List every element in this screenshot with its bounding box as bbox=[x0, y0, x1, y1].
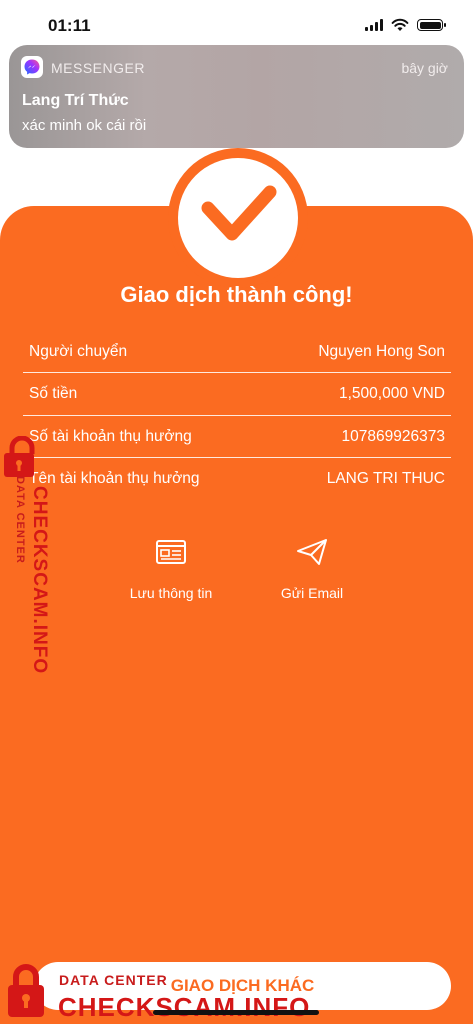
send-email-button[interactable]: Gửi Email bbox=[252, 535, 372, 601]
detail-label: Số tiền bbox=[29, 385, 78, 402]
detail-row-amount: Số tiền 1,500,000 VND bbox=[23, 373, 451, 415]
watermark-text: CHECKSCAM.INFO bbox=[29, 486, 50, 675]
status-icons bbox=[365, 18, 446, 32]
notification-app-name: MESSENGER bbox=[51, 60, 145, 76]
receipt-card bbox=[0, 206, 473, 1024]
watermark-text: DATA CENTER bbox=[14, 476, 26, 564]
watermark-lock-icon bbox=[8, 964, 44, 1017]
watermark-text: DATA CENTER bbox=[59, 972, 168, 988]
status-time: 01:11 bbox=[48, 16, 91, 35]
watermark-lock-icon bbox=[4, 436, 35, 477]
notification-time: bây giờ bbox=[401, 60, 448, 76]
messenger-notification[interactable]: MESSENGER bây giờ Lang Trí Thức xác minh… bbox=[9, 45, 464, 148]
detail-row-sender: Người chuyển Nguyen Hong Son bbox=[23, 331, 451, 373]
status-bar: 01:11 bbox=[0, 0, 473, 46]
watermark-text: CHECKSCAM.INFO bbox=[58, 992, 311, 1022]
detail-value: Nguyen Hong Son bbox=[318, 343, 445, 360]
detail-value: 1,500,000 VND bbox=[339, 385, 445, 402]
messenger-app-icon bbox=[21, 56, 43, 78]
detail-row-account-name: Tên tài khoản thụ hưởng LANG TRI THUC bbox=[23, 458, 451, 500]
id-card-icon bbox=[156, 540, 186, 564]
notification-sender: Lang Trí Thức bbox=[22, 92, 129, 109]
detail-value: 107869926373 bbox=[341, 428, 445, 445]
send-email-label: Gửi Email bbox=[280, 585, 344, 601]
home-indicator[interactable] bbox=[153, 1010, 319, 1015]
save-info-button[interactable]: Lưu thông tin bbox=[111, 535, 231, 601]
detail-row-account-number: Số tài khoản thụ hưởng 107869926373 bbox=[23, 416, 451, 458]
detail-value: LANG TRI THUC bbox=[326, 470, 445, 487]
detail-label: Số tài khoản thụ hưởng bbox=[29, 428, 192, 445]
cellular-signal-icon bbox=[365, 19, 383, 31]
notification-message: xác minh ok cái rồi bbox=[22, 117, 147, 134]
checkmark-icon bbox=[201, 185, 277, 241]
paper-plane-icon bbox=[297, 539, 327, 565]
wifi-icon bbox=[391, 18, 409, 31]
battery-icon bbox=[417, 19, 446, 31]
save-info-label: Lưu thông tin bbox=[129, 585, 213, 601]
success-title: Giao dịch thành công! bbox=[120, 282, 353, 307]
detail-label: Người chuyển bbox=[29, 343, 128, 360]
